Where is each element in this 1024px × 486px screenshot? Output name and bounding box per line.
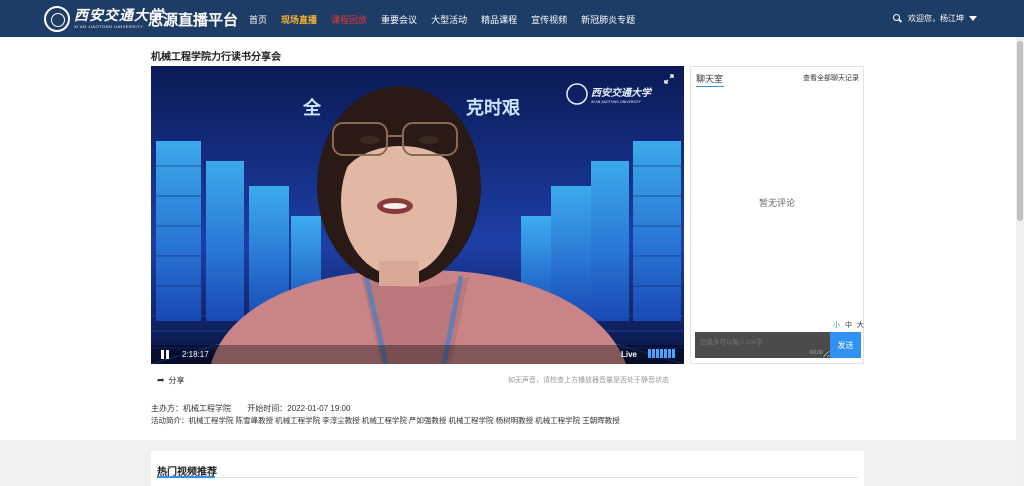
pause-icon[interactable] xyxy=(161,350,170,359)
share-label: 分享 xyxy=(168,376,185,385)
caret-down-icon[interactable] xyxy=(969,16,977,21)
volume-bar[interactable] xyxy=(664,349,667,358)
user-greeting[interactable]: 欢迎您，杨江坤 xyxy=(908,13,964,24)
event-intro: 活动简介：机械工程学院 陈雪峰教授 机械工程学院 李淳尘教授 机械工程学院 严如… xyxy=(151,415,620,426)
platform-title: 思源直播平台 xyxy=(148,12,239,29)
tab-chat-room[interactable]: 聊天室 xyxy=(696,72,723,85)
video-watermark-en: XI'AN JIAOTONG UNIVERSITY xyxy=(591,100,642,104)
share-arrow-icon: ➦ xyxy=(157,375,165,385)
intro-label: 活动简介： xyxy=(151,416,189,425)
chat-empty-state: 暂无评论 xyxy=(758,198,795,208)
nav-replay[interactable]: 课程回放 xyxy=(331,13,367,26)
video-overlay-left: 全 xyxy=(302,97,322,119)
event-meta: 主办方：机械工程学院 开始时间：2022-01-07 19:00 xyxy=(151,403,350,414)
nav-meetings[interactable]: 重要会议 xyxy=(381,13,417,26)
section-divider xyxy=(157,477,858,478)
nav-covid-topic[interactable]: 新冠肺炎专题 xyxy=(581,13,635,26)
video-watermark-cn: 西安交通大学 xyxy=(591,87,653,99)
section-accent xyxy=(157,476,215,478)
audio-hint: 如无声音，请检查上方播放器音量是否处于静音状态 xyxy=(508,377,669,384)
volume-bar[interactable] xyxy=(656,349,659,358)
nav-home[interactable]: 首页 xyxy=(249,13,267,26)
volume-control[interactable] xyxy=(648,349,676,358)
send-button[interactable]: 发送 xyxy=(830,332,861,358)
font-large-button[interactable]: 大 xyxy=(857,322,864,329)
university-logo[interactable]: 西安交通大学 XI'AN JIAOTONG UNIVERSITY xyxy=(44,6,164,32)
nav-live[interactable]: 现场直播 xyxy=(281,13,317,26)
nav-promo-videos[interactable]: 宣传视频 xyxy=(531,13,567,26)
intro-value: 机械工程学院 陈雪峰教授 机械工程学院 李淳尘教授 机械工程学院 严如强教授 机… xyxy=(188,416,620,425)
user-menu[interactable]: 欢迎您，杨江坤 xyxy=(893,13,977,24)
host-label: 主办方： xyxy=(151,404,183,413)
volume-bar[interactable] xyxy=(660,349,663,358)
volume-bar[interactable] xyxy=(652,349,655,358)
elapsed-time: 2:18:17 xyxy=(182,350,209,359)
scrollbar-thumb[interactable] xyxy=(1017,41,1023,221)
view-all-chat-link[interactable]: 查看全部聊天记录 xyxy=(803,73,859,83)
share-button[interactable]: ➦ 分享 xyxy=(157,375,185,386)
volume-bar[interactable] xyxy=(672,349,675,358)
char-counter: 0/100 xyxy=(810,350,823,356)
search-icon[interactable] xyxy=(893,14,902,23)
nav-courses[interactable]: 精品课程 xyxy=(481,13,517,26)
volume-bar[interactable] xyxy=(648,349,651,358)
video-frame: 全 克时艰 西安交通大学 XI'AN JIAOTONG UNIVERSITY xyxy=(151,66,684,364)
start-value: 2022-01-07 19:00 xyxy=(287,404,351,413)
fullscreen-icon[interactable] xyxy=(664,74,674,84)
start-label: 开始时间： xyxy=(247,404,288,413)
university-seal-icon xyxy=(44,6,70,32)
main-nav: 首页 现场直播 课程回放 重要会议 大型活动 精品课程 宣传视频 新冠肺炎专题 xyxy=(249,13,649,26)
page-title: 机械工程学院力行读书分享会 xyxy=(151,52,281,63)
page-scrollbar[interactable] xyxy=(1016,37,1024,486)
font-small-button[interactable]: 小 xyxy=(833,322,840,329)
volume-bar[interactable] xyxy=(668,349,671,358)
nav-events[interactable]: 大型活动 xyxy=(431,13,467,26)
hot-videos-section xyxy=(151,451,864,486)
tab-underline xyxy=(696,86,724,87)
font-size-switcher: 小 中 大 xyxy=(830,320,864,330)
live-badge: Live xyxy=(621,350,638,359)
top-navigation-bar: 西安交通大学 XI'AN JIAOTONG UNIVERSITY 思源直播平台 … xyxy=(0,0,1024,37)
font-medium-button[interactable]: 中 xyxy=(845,322,852,329)
video-overlay-right: 克时艰 xyxy=(466,97,521,119)
host-value: 机械工程学院 xyxy=(183,404,231,413)
video-player[interactable]: 全 克时艰 西安交通大学 XI'AN JIAOTONG UNIVERSITY xyxy=(151,66,684,364)
